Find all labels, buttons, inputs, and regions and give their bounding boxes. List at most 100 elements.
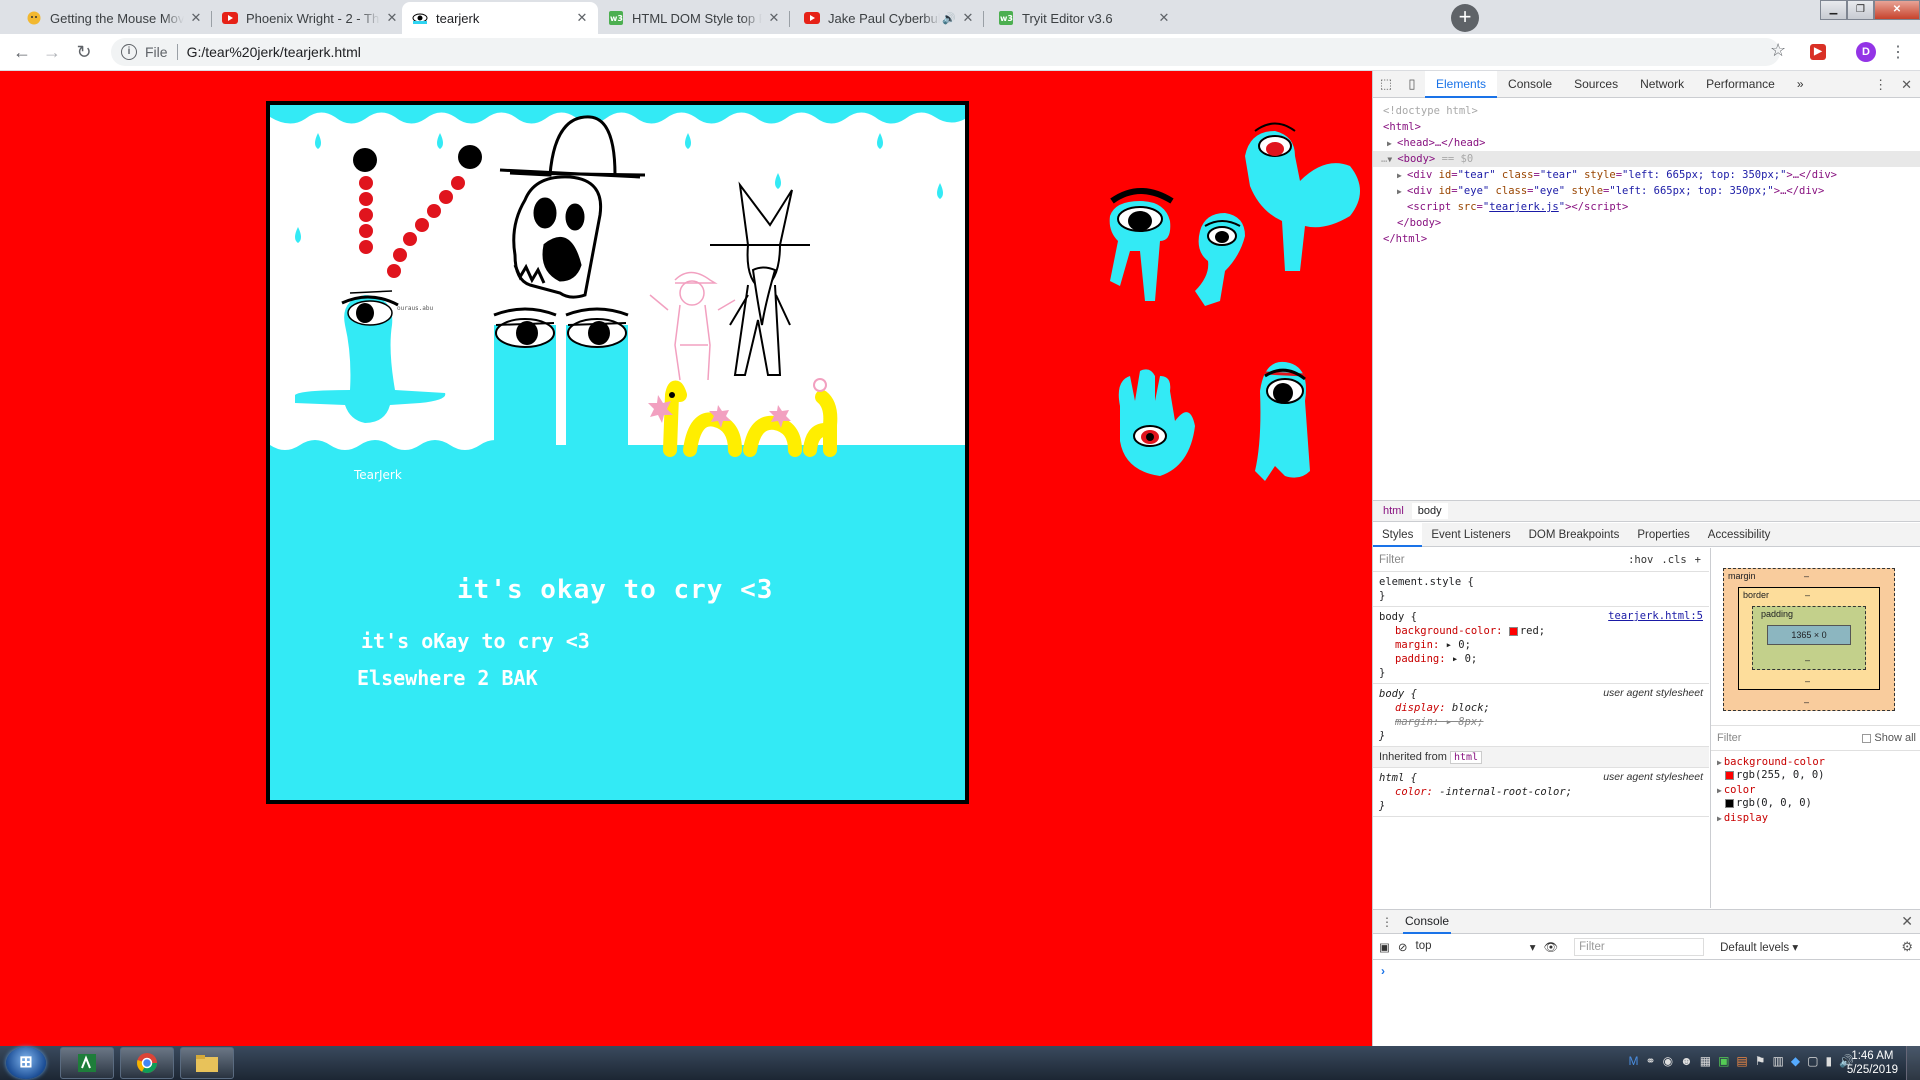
speaker-icon[interactable]: 🔊: [942, 12, 956, 25]
tray-app-icon[interactable]: M: [1629, 1054, 1639, 1068]
taskbar-chrome-icon[interactable]: [120, 1047, 174, 1079]
console-filter-input[interactable]: Filter: [1574, 937, 1705, 956]
tray-link-icon[interactable]: ⚭: [1646, 1054, 1656, 1068]
css-prop-padding[interactable]: padding: ▸ 0;: [1379, 652, 1703, 666]
reload-button[interactable]: ↻: [72, 40, 96, 64]
breadcrumb-html[interactable]: html: [1377, 503, 1410, 519]
tab-mouse-movement[interactable]: Getting the Mouse Movement Di ✕: [16, 2, 212, 34]
tray-app-icon[interactable]: ▤: [1736, 1054, 1747, 1068]
subtab-dom-breakpoints[interactable]: DOM Breakpoints: [1520, 523, 1629, 547]
window-close-button[interactable]: ✕: [1874, 0, 1920, 20]
computed-filter-input[interactable]: Filter Show all: [1711, 725, 1920, 751]
close-tab-icon[interactable]: ✕: [188, 10, 204, 26]
taskbar-explorer-icon[interactable]: [180, 1047, 234, 1079]
close-tab-icon[interactable]: ✕: [1156, 10, 1172, 26]
bookmark-star-icon[interactable]: ☆: [1770, 40, 1786, 61]
devtools-tab-sources[interactable]: Sources: [1563, 71, 1629, 98]
taskbar-excel-icon[interactable]: [60, 1047, 114, 1079]
dom-html-open[interactable]: <html>: [1373, 119, 1920, 135]
tab-html-dom-style[interactable]: w3 HTML DOM Style top Property ✕: [598, 2, 790, 34]
action-center-flag-icon[interactable]: ⚑: [1755, 1054, 1766, 1068]
console-prompt[interactable]: ›: [1373, 960, 1920, 982]
tray-app-icon[interactable]: ▥: [1773, 1054, 1784, 1068]
start-button[interactable]: ⊞: [6, 1047, 46, 1079]
tab-tryit-editor[interactable]: w3 Tryit Editor v3.6 ✕: [988, 2, 1180, 34]
show-all-checkbox[interactable]: Show all: [1862, 732, 1916, 744]
cls-toggle[interactable]: .cls: [1661, 554, 1686, 566]
dom-script[interactable]: <script src="tearjerk.js"></script>: [1373, 199, 1920, 215]
dom-eye-div[interactable]: ▶ <div id="eye" class="eye" style="left: …: [1373, 183, 1920, 199]
add-rule-icon[interactable]: +: [1695, 554, 1701, 566]
tab-tearjerk[interactable]: tearjerk ✕: [402, 2, 598, 34]
subtab-properties[interactable]: Properties: [1628, 523, 1698, 547]
dom-head[interactable]: ▶ <head>…</head>: [1373, 135, 1920, 151]
box-model-border[interactable]: border – padding 1365 × 0 – –: [1738, 587, 1880, 690]
tray-app-icon[interactable]: ◉: [1663, 1054, 1673, 1068]
close-tab-icon[interactable]: ✕: [960, 10, 976, 26]
context-selector[interactable]: top ▾: [1416, 940, 1536, 954]
live-expression-eye-icon[interactable]: 👁: [1544, 940, 1559, 954]
computed-prop[interactable]: ▶ background-color rgb(255, 0, 0): [1711, 754, 1920, 782]
more-tabs-icon[interactable]: »: [1786, 71, 1815, 98]
taskbar-clock[interactable]: 1:46 AM 5/25/2019: [1847, 1049, 1898, 1077]
tab-phoenix-wright[interactable]: Phoenix Wright - 2 - The Thinker ✕: [212, 2, 408, 34]
dom-doctype[interactable]: <!doctype html>: [1373, 103, 1920, 119]
show-desktop-button[interactable]: [1906, 1046, 1920, 1080]
clear-console-icon[interactable]: ⊘: [1398, 940, 1408, 954]
dom-tear-div[interactable]: ▶ <div id="tear" class="tear" style="left…: [1373, 167, 1920, 183]
devtools-close-icon[interactable]: ✕: [1901, 71, 1912, 98]
subtab-styles[interactable]: Styles: [1373, 522, 1423, 547]
drawer-close-icon[interactable]: ✕: [1901, 913, 1913, 930]
tray-user-icon[interactable]: ☻: [1680, 1054, 1693, 1068]
drawer-tab-console[interactable]: Console: [1403, 910, 1452, 934]
devtools-tab-elements[interactable]: Elements: [1425, 70, 1498, 98]
box-model-margin[interactable]: margin – border – padding 1365 × 0 – – –: [1723, 568, 1895, 711]
log-levels-dropdown[interactable]: Default levels ▾: [1720, 940, 1798, 954]
dropbox-icon[interactable]: ◆: [1791, 1054, 1800, 1068]
computed-prop[interactable]: ▶ display: [1711, 810, 1920, 825]
profile-avatar[interactable]: D: [1856, 42, 1876, 62]
url-text[interactable]: G:/tear%20jerk/tearjerk.html: [187, 44, 361, 60]
drawer-menu-icon[interactable]: ⋮: [1381, 915, 1393, 929]
subtab-accessibility[interactable]: Accessibility: [1699, 523, 1780, 547]
gear-icon[interactable]: ⚙: [1901, 939, 1913, 955]
maximize-button[interactable]: ❐: [1847, 0, 1874, 20]
devtools-tab-console[interactable]: Console: [1497, 71, 1563, 98]
styles-filter-input[interactable]: Filter :hov .cls +: [1373, 548, 1709, 572]
hov-toggle[interactable]: :hov: [1628, 554, 1653, 566]
tray-app-icon[interactable]: ▦: [1700, 1054, 1711, 1068]
new-tab-button[interactable]: +: [1451, 4, 1479, 32]
computed-prop[interactable]: ▶ color rgb(0, 0, 0): [1711, 782, 1920, 810]
css-prop-background-color[interactable]: background-color: red;: [1379, 624, 1703, 638]
close-tab-icon[interactable]: ✕: [574, 10, 590, 26]
devtools-tab-network[interactable]: Network: [1629, 71, 1695, 98]
chrome-menu-icon[interactable]: ⋮: [1890, 42, 1906, 62]
devtools-tab-performance[interactable]: Performance: [1695, 71, 1786, 98]
device-toolbar-icon[interactable]: ▯: [1399, 71, 1425, 97]
forward-button[interactable]: →: [40, 40, 64, 64]
rule-source-link[interactable]: tearjerk.html:5: [1608, 610, 1703, 622]
address-bar[interactable]: i File G:/tear%20jerk/tearjerk.html: [111, 38, 1780, 66]
info-icon[interactable]: i: [121, 44, 137, 60]
extension-icon[interactable]: ▶: [1810, 44, 1826, 60]
minimize-button[interactable]: ▁: [1820, 0, 1847, 20]
box-model-padding[interactable]: padding 1365 × 0 –: [1752, 606, 1866, 670]
tray-app-icon[interactable]: ▣: [1718, 1054, 1729, 1068]
dom-html-close[interactable]: </html>: [1373, 231, 1920, 247]
css-prop-margin[interactable]: margin: ▸ 0;: [1379, 638, 1703, 652]
tray-app-icon[interactable]: ▢: [1807, 1054, 1818, 1068]
console-sidebar-icon[interactable]: ▣: [1379, 940, 1390, 954]
breadcrumb-body[interactable]: body: [1411, 503, 1448, 519]
tab-jake-paul[interactable]: Jake Paul Cyberbullies Cody 🔊 ✕: [794, 2, 984, 34]
close-tab-icon[interactable]: ✕: [384, 10, 400, 26]
dom-body-close[interactable]: </body>: [1373, 215, 1920, 231]
box-model-content[interactable]: 1365 × 0: [1767, 625, 1851, 645]
subtab-event-listeners[interactable]: Event Listeners: [1422, 523, 1519, 547]
close-tab-icon[interactable]: ✕: [766, 10, 782, 26]
devtools-menu-icon[interactable]: ⋮: [1874, 71, 1887, 98]
back-button[interactable]: ←: [10, 40, 34, 64]
dom-body-selected[interactable]: …▼ <body> == $0: [1373, 151, 1920, 167]
color-swatch[interactable]: [1508, 626, 1518, 636]
inspect-element-icon[interactable]: ⬚: [1373, 71, 1399, 97]
network-icon[interactable]: ▮: [1825, 1054, 1832, 1068]
